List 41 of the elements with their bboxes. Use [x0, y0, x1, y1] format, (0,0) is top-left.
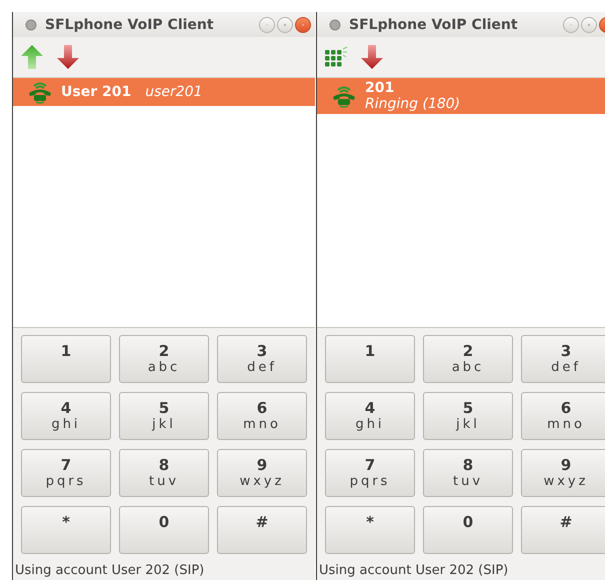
dial-key[interactable]: 0: [423, 506, 513, 554]
status-text: Using account User 202 (SIP): [318, 562, 510, 580]
down-arrow-icon: [56, 44, 80, 70]
dial-key[interactable]: *: [325, 506, 415, 554]
dial-key[interactable]: 1: [21, 335, 111, 383]
dial-key[interactable]: 8 tuv: [119, 449, 209, 497]
dial-key[interactable]: 6 mno: [521, 392, 605, 440]
window-menu-icon: [25, 18, 37, 31]
dialpad-icon: [324, 46, 348, 68]
window-menu-icon: [329, 18, 341, 31]
up-arrow-icon: [20, 44, 44, 70]
dial-key[interactable]: 2 abc: [423, 335, 513, 383]
dial-key[interactable]: 5 jkl: [423, 392, 513, 440]
dial-key[interactable]: 2 abc: [119, 335, 209, 383]
status-text: Using account User 202 (SIP): [14, 562, 206, 580]
call-state: Ringing (180): [365, 96, 460, 112]
caller-name: 201: [365, 80, 396, 96]
phone-icon: [331, 84, 357, 108]
dial-key[interactable]: 8 tuv: [423, 449, 513, 497]
close-button[interactable]: [295, 16, 311, 33]
dial-key[interactable]: #: [521, 506, 605, 554]
window-title: SFLphone VoIP Client: [349, 16, 519, 33]
dial-key[interactable]: *: [21, 506, 111, 554]
dial-key[interactable]: 4 ghi: [21, 392, 111, 440]
caller-name: User 201: [61, 84, 132, 100]
dial-key[interactable]: 3 def: [217, 335, 307, 383]
dial-key[interactable]: 0: [119, 506, 209, 554]
dial-key[interactable]: 3 def: [521, 335, 605, 383]
dial-key[interactable]: #: [217, 506, 307, 554]
phone-icon: [27, 80, 53, 104]
dial-key[interactable]: 7 pqrs: [325, 449, 415, 497]
window-title: SFLphone VoIP Client: [45, 16, 215, 33]
dial-key[interactable]: 1: [325, 335, 415, 383]
dial-key[interactable]: 6 mno: [217, 392, 307, 440]
caller-id: user201: [145, 84, 202, 100]
down-arrow-icon: [360, 44, 384, 70]
dial-key[interactable]: 7 pqrs: [21, 449, 111, 497]
dial-key[interactable]: 4 ghi: [325, 392, 415, 440]
dial-key[interactable]: 5 jkl: [119, 392, 209, 440]
dial-key[interactable]: 9 wxyz: [521, 449, 605, 497]
dial-key[interactable]: 9 wxyz: [217, 449, 307, 497]
